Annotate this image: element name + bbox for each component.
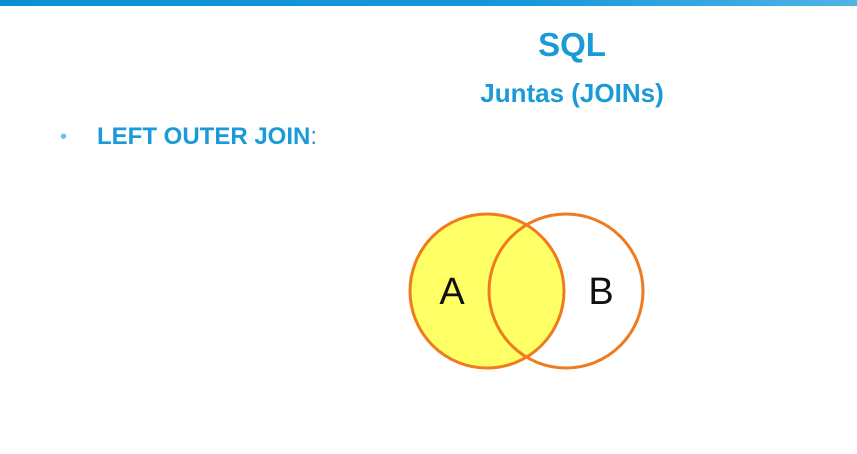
bullet-marker: • — [60, 126, 68, 148]
set-a-label: A — [439, 271, 465, 313]
top-accent-bar — [0, 0, 857, 6]
set-b-label: B — [588, 271, 613, 313]
slide-subtitle: Juntas (JOINs) — [480, 78, 664, 108]
bullet-suffix: : — [310, 123, 318, 150]
set-a-circle — [408, 212, 566, 370]
bullet-item: • LEFT OUTER JOIN : — [60, 122, 317, 152]
venn-diagram: A B — [408, 212, 645, 370]
bullet-label: LEFT OUTER JOIN — [97, 123, 311, 150]
slide-title: SQL — [538, 26, 606, 63]
